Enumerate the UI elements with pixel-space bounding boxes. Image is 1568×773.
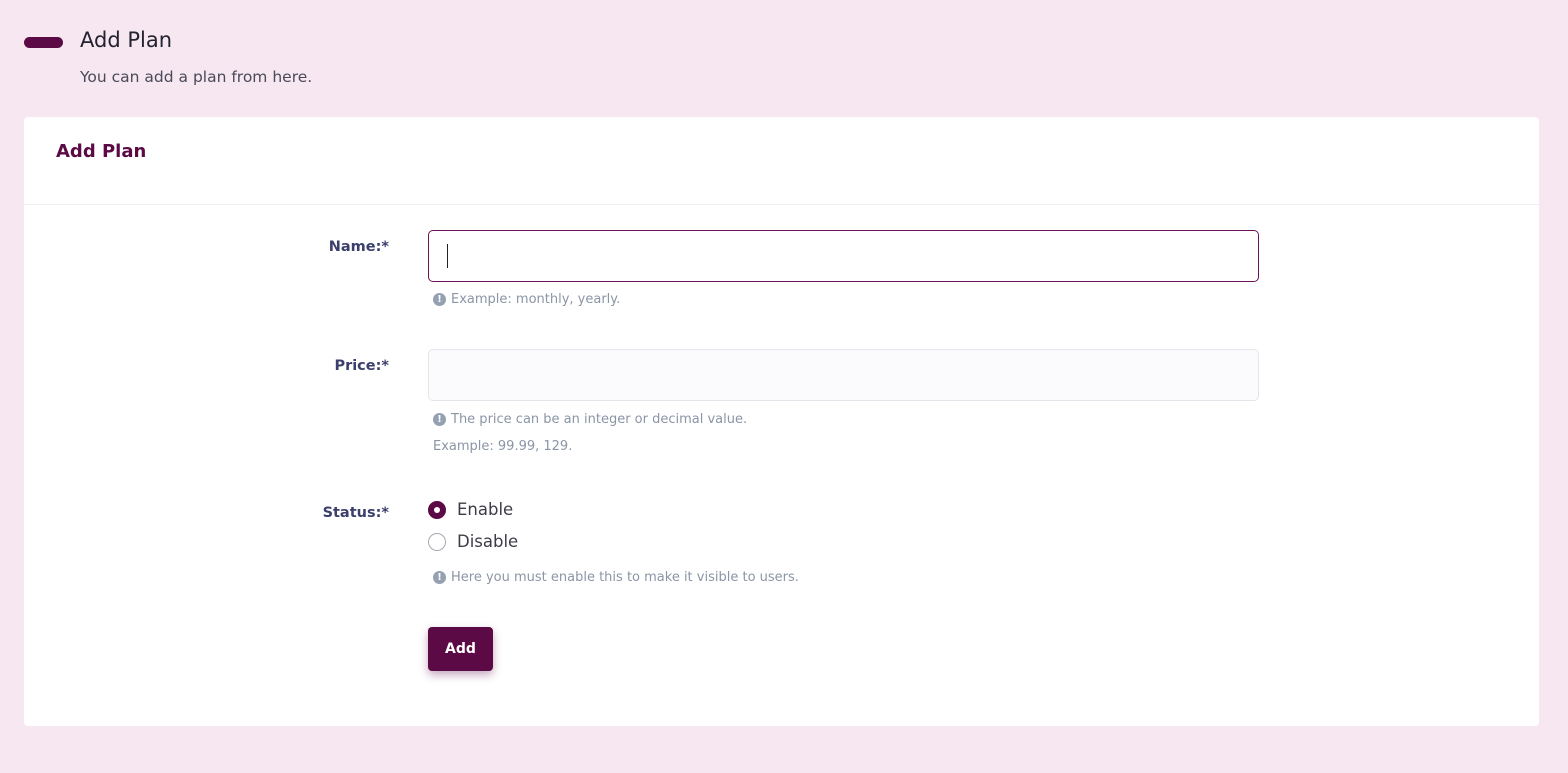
page-title: Add Plan — [80, 28, 173, 52]
price-example-hint: Example: 99.99, 129. — [433, 439, 572, 454]
radio-checked-icon[interactable] — [428, 500, 446, 519]
price-label: Price:* — [334, 358, 389, 374]
header-accent-bar — [24, 37, 63, 48]
status-label: Status:* — [322, 505, 389, 521]
name-hint-text: Example: monthly, yearly. — [451, 292, 621, 307]
exclamation-circle-icon: ! — [433, 571, 446, 584]
price-example-text: Example: 99.99, 129. — [433, 439, 573, 454]
text-caret — [447, 244, 448, 268]
price-input[interactable] — [428, 349, 1259, 401]
name-hint: ! Example: monthly, yearly. — [433, 292, 620, 307]
name-label: Name:* — [328, 239, 389, 255]
card-header: Add Plan — [24, 117, 1539, 205]
exclamation-circle-icon: ! — [433, 293, 446, 306]
page-subtitle: You can add a plan from here. — [80, 68, 313, 86]
status-option-label: Disable — [457, 532, 519, 551]
status-option-enable[interactable]: Enable — [428, 500, 513, 519]
status-hint-text: Here you must enable this to make it vis… — [451, 570, 799, 585]
add-button[interactable]: Add — [428, 627, 493, 671]
card-title: Add Plan — [56, 141, 147, 162]
name-input[interactable] — [428, 230, 1259, 282]
status-hint: ! Here you must enable this to make it v… — [433, 570, 799, 585]
radio-unchecked-icon[interactable] — [428, 532, 446, 551]
status-option-label: Enable — [457, 500, 514, 519]
exclamation-circle-icon: ! — [433, 413, 446, 426]
add-plan-card: Add Plan Name:* ! Example: monthly, year… — [24, 117, 1539, 726]
page-header: Add Plan You can add a plan from here. — [24, 26, 624, 96]
price-hint: ! The price can be an integer or decimal… — [433, 412, 747, 427]
status-option-disable[interactable]: Disable — [428, 532, 518, 551]
price-hint-text: The price can be an integer or decimal v… — [451, 412, 748, 427]
